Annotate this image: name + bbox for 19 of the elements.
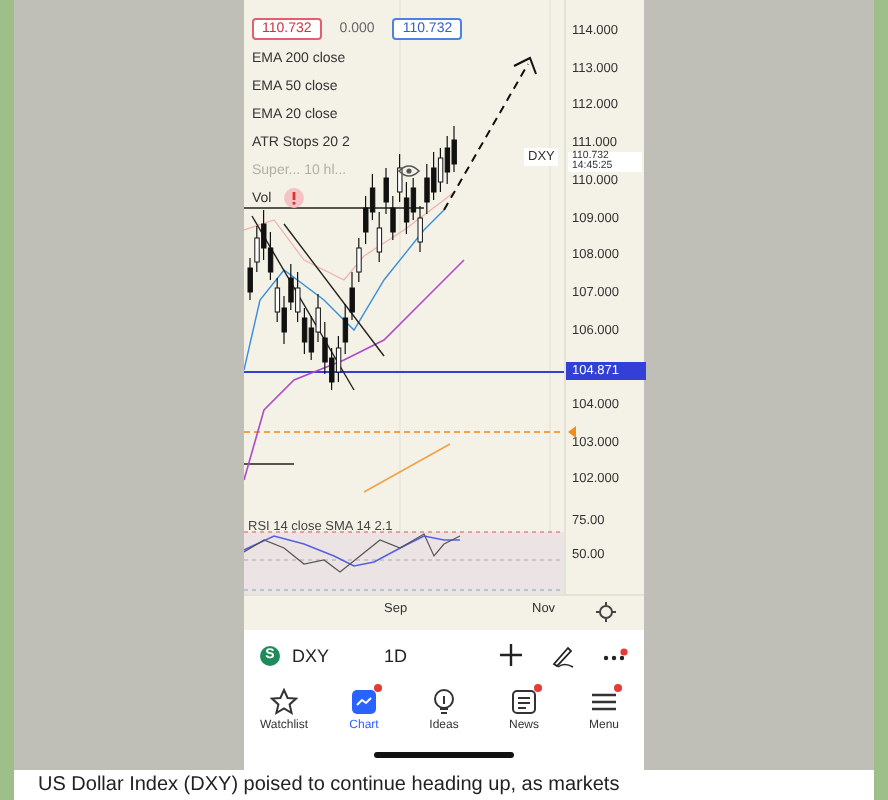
trend-line [283, 223, 385, 357]
settings-icon[interactable] [596, 602, 616, 622]
plus-icon[interactable] [500, 644, 522, 666]
eye-icon[interactable] [398, 163, 421, 177]
menu-icon [590, 688, 618, 716]
warning-icon[interactable] [283, 188, 304, 208]
bulb-icon [430, 688, 458, 716]
news-icon [510, 688, 538, 716]
home-indicator [374, 752, 514, 758]
star-icon [270, 688, 298, 716]
trend-line [363, 443, 451, 493]
interval-button[interactable]: 1D [384, 645, 472, 665]
pen-icon[interactable] [550, 643, 574, 667]
caption-text: US Dollar Index (DXY) poised to continue heading up, as markets [14, 770, 874, 800]
level-line [244, 463, 295, 465]
alert-marker-icon [568, 426, 576, 438]
symbol-button[interactable]: DXY [292, 645, 372, 665]
chart-icon [350, 688, 378, 716]
more-icon[interactable] [602, 647, 628, 663]
